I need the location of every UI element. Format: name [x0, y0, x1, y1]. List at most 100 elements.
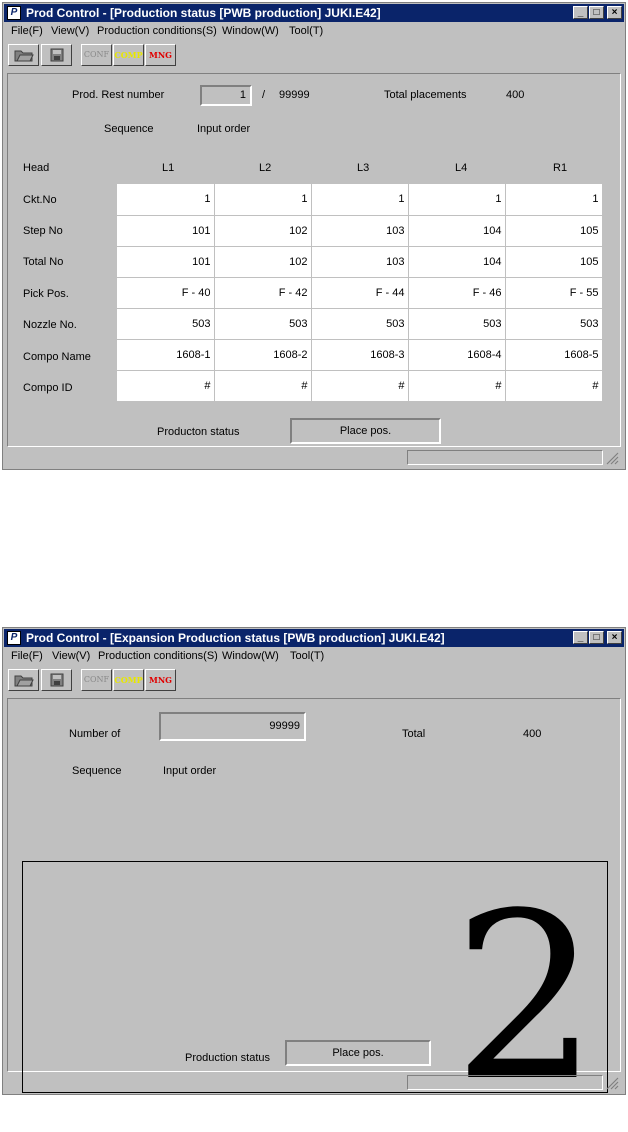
app-icon[interactable]: P	[7, 6, 21, 20]
table-cell: 503	[117, 308, 215, 340]
production-status-label: Producton status	[157, 426, 240, 438]
table-cell: 102	[214, 246, 312, 278]
head-l1: L1	[162, 162, 175, 174]
prod-rest-label: Prod. Rest number	[72, 89, 165, 101]
conf-icon[interactable]: CONF	[81, 669, 112, 691]
total-label: Total	[402, 728, 426, 740]
table-cell: 1	[214, 184, 312, 216]
table-cell: 503	[408, 308, 506, 340]
comp-icon[interactable]: COMP	[113, 669, 144, 691]
table-cell: 503	[214, 308, 312, 340]
row-label: Nozzle No.	[23, 319, 77, 331]
row-label: Compo ID	[23, 382, 73, 394]
menu-window[interactable]: Window(W)	[222, 25, 279, 37]
menu-file[interactable]: File(F)	[11, 25, 43, 37]
table-cell: 1608-4	[408, 339, 506, 371]
menu-production-conditions[interactable]: Production conditions(S)	[98, 650, 218, 662]
mng-icon[interactable]: MNG	[145, 44, 176, 66]
row-label: Step No	[23, 225, 63, 237]
table-cell: F - 55	[505, 277, 603, 309]
prod-total-value: 99999	[279, 89, 310, 101]
expansion-panel: Number of 99999 Total 400 Sequence Input…	[7, 698, 621, 1114]
save-disk-icon[interactable]	[41, 44, 72, 66]
table-cell: 1608-1	[117, 339, 215, 371]
table-cell: #	[214, 370, 312, 402]
table-row: F - 40 F - 42 F - 44 F - 46 F - 55	[117, 277, 603, 309]
menu-view[interactable]: View(V)	[52, 650, 90, 662]
window-title: Prod Control - [Production status [PWB p…	[26, 6, 381, 20]
title-bar[interactable]: P Prod Control - [Production status [PWB…	[4, 4, 624, 22]
maximize-button[interactable]: □	[589, 631, 604, 644]
table-cell: 102	[214, 215, 312, 247]
table-cell: 1	[408, 184, 506, 216]
menu-production-conditions[interactable]: Production conditions(S)	[97, 25, 217, 37]
title-bar[interactable]: P Prod Control - [Expansion Production s…	[4, 629, 624, 647]
status-bar	[7, 450, 621, 466]
table-row: 1608-1 1608-2 1608-3 1608-4 1608-5	[117, 339, 603, 371]
close-button[interactable]: ×	[607, 631, 622, 644]
prod-rest-field[interactable]: 1	[200, 85, 252, 106]
head-l2: L2	[259, 162, 272, 174]
table-cell: #	[408, 370, 506, 402]
table-cell: 101	[117, 215, 215, 247]
app-icon[interactable]: P	[7, 631, 21, 645]
production-status-label: Production status	[185, 1052, 270, 1064]
head-l4: L4	[455, 162, 468, 174]
table-cell: 1	[505, 184, 603, 216]
menu-file[interactable]: File(F)	[11, 650, 43, 662]
row-label: Ckt.No	[23, 194, 57, 206]
slash-separator: /	[262, 89, 266, 101]
expansion-status-window: P Prod Control - [Expansion Production s…	[2, 627, 626, 1114]
sequence-value: Input order	[163, 765, 217, 777]
head-label: Head	[23, 162, 50, 174]
table-cell: 1	[311, 184, 409, 216]
maximize-button[interactable]: □	[589, 6, 604, 19]
resize-grip-icon[interactable]	[606, 1077, 619, 1090]
table-cell: 503	[311, 308, 409, 340]
status-bar-pane	[407, 450, 603, 465]
table-cell: F - 46	[408, 277, 506, 309]
close-button[interactable]: ×	[607, 6, 622, 19]
number-of-field[interactable]: 99999	[159, 712, 306, 741]
table-cell: 104	[408, 215, 506, 247]
table-cell: #	[505, 370, 603, 402]
row-label: Compo Name	[23, 351, 91, 363]
comp-icon[interactable]: COMP	[113, 44, 144, 66]
table-row: 101 102 103 104 105	[117, 246, 603, 278]
total-value: 400	[523, 728, 542, 740]
minimize-button[interactable]: _	[573, 6, 588, 19]
table-cell: 1608-2	[214, 339, 312, 371]
open-folder-icon[interactable]	[8, 44, 39, 66]
window-title: Prod Control - [Expansion Production sta…	[26, 631, 445, 645]
table-row: # # # # #	[117, 370, 603, 402]
table-cell: 103	[311, 246, 409, 278]
table-cell: 105	[505, 215, 603, 247]
status-bar-pane	[407, 1075, 603, 1090]
production-status-window: P Prod Control - [Production status [PWB…	[2, 2, 626, 470]
table-cell: 1	[117, 184, 215, 216]
menu-view[interactable]: View(V)	[51, 25, 89, 37]
minimize-button[interactable]: _	[573, 631, 588, 644]
status-bar	[7, 1075, 621, 1091]
row-label: Pick Pos.	[23, 288, 69, 300]
open-folder-icon[interactable]	[8, 669, 39, 691]
production-status-field: Place pos.	[285, 1040, 431, 1066]
table-cell: 1608-5	[505, 339, 603, 371]
table-cell: #	[311, 370, 409, 402]
table-cell: 105	[505, 246, 603, 278]
menu-tool[interactable]: Tool(T)	[289, 25, 323, 37]
total-placements-value: 400	[506, 89, 525, 101]
table-cell: 103	[311, 215, 409, 247]
sequence-value: Input order	[197, 123, 251, 135]
table-row: 11111	[117, 184, 603, 216]
table-cell: 503	[505, 308, 603, 340]
mng-icon[interactable]: MNG	[145, 669, 176, 691]
save-disk-icon[interactable]	[41, 669, 72, 691]
table-cell: F - 40	[117, 277, 215, 309]
menu-window[interactable]: Window(W)	[222, 650, 279, 662]
menu-tool[interactable]: Tool(T)	[290, 650, 324, 662]
table-row: 503 503 503 503 503	[117, 308, 603, 340]
conf-icon[interactable]: CONF	[81, 44, 112, 66]
resize-grip-icon[interactable]	[606, 452, 619, 465]
table-cell: 1608-3	[311, 339, 409, 371]
